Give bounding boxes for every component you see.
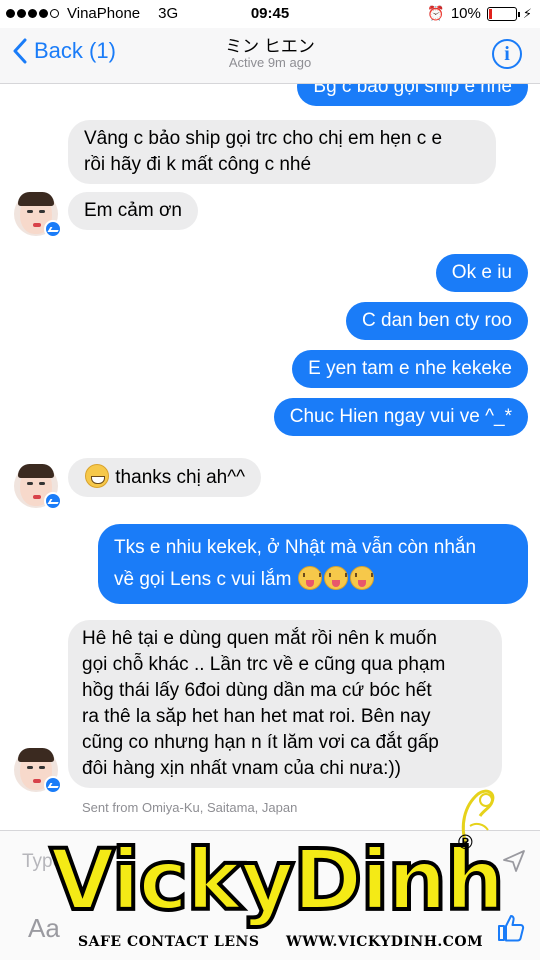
info-button[interactable]: i xyxy=(492,39,522,69)
sent-location-note: Sent from Omiya-Ku, Saitama, Japan xyxy=(82,800,298,815)
message-bubble-outgoing[interactable]: Chuc Hien ngay vui ve ^_* xyxy=(273,398,528,436)
send-icon[interactable] xyxy=(502,849,526,873)
contact-avatar[interactable] xyxy=(14,192,62,238)
messenger-badge-icon xyxy=(44,220,62,238)
active-status: Active 9m ago xyxy=(228,55,312,70)
contact-avatar[interactable] xyxy=(14,748,62,794)
text-style-button[interactable]: Aa xyxy=(28,913,60,944)
message-bubble-outgoing[interactable]: Bg c bảo gọi ship e nhe xyxy=(297,84,528,106)
message-bubble-outgoing[interactable]: Ok e iu xyxy=(435,254,528,292)
conversation-header: Back (1) ミン ヒエン Active 9m ago i xyxy=(0,28,540,84)
message-bubble-outgoing[interactable]: C dan ben cty roo xyxy=(346,302,528,340)
grinning-face-icon xyxy=(85,464,109,488)
thumbs-up-icon[interactable] xyxy=(496,913,526,943)
status-bar: VinaPhone 3G 09:45 ⏰ 10% ⚡ xyxy=(0,0,540,28)
message-list[interactable]: Bg c bảo gọi ship e nhe Vâng c bảo ship … xyxy=(0,84,540,830)
contact-name[interactable]: ミン ヒエン xyxy=(0,32,540,57)
composer: Type Aa xyxy=(0,830,540,960)
battery-percent: 10% xyxy=(450,5,481,22)
alarm-icon: ⏰ xyxy=(427,5,445,21)
message-bubble-incoming[interactable]: thanks chị ah^^ xyxy=(68,458,262,497)
message-input[interactable]: Type xyxy=(22,851,63,873)
message-bubble-incoming[interactable]: Hê hê tại e dùng quen mắt rồi nên k muốn… xyxy=(68,620,502,788)
charging-icon: ⚡ xyxy=(522,5,532,21)
fairy-logo-icon xyxy=(461,789,495,845)
message-bubble-incoming[interactable]: Em cảm ơn xyxy=(68,192,198,230)
squinting-tongue-face-icon xyxy=(349,566,374,590)
message-bubble-outgoing[interactable]: E yen tam e nhe kekeke xyxy=(292,350,528,388)
squinting-tongue-face-icon xyxy=(323,566,348,590)
contact-avatar[interactable] xyxy=(14,464,62,510)
messenger-badge-icon xyxy=(44,776,62,794)
message-bubble-incoming[interactable]: Vâng c bảo ship gọi trc cho chị em hẹn c… xyxy=(68,120,496,184)
battery-icon xyxy=(486,6,520,21)
messenger-badge-icon xyxy=(44,492,62,510)
squinting-tongue-face-icon xyxy=(297,566,322,590)
message-bubble-outgoing[interactable]: Tks e nhiu kekek, ở Nhật mà vẫn còn nhắn… xyxy=(98,524,528,604)
